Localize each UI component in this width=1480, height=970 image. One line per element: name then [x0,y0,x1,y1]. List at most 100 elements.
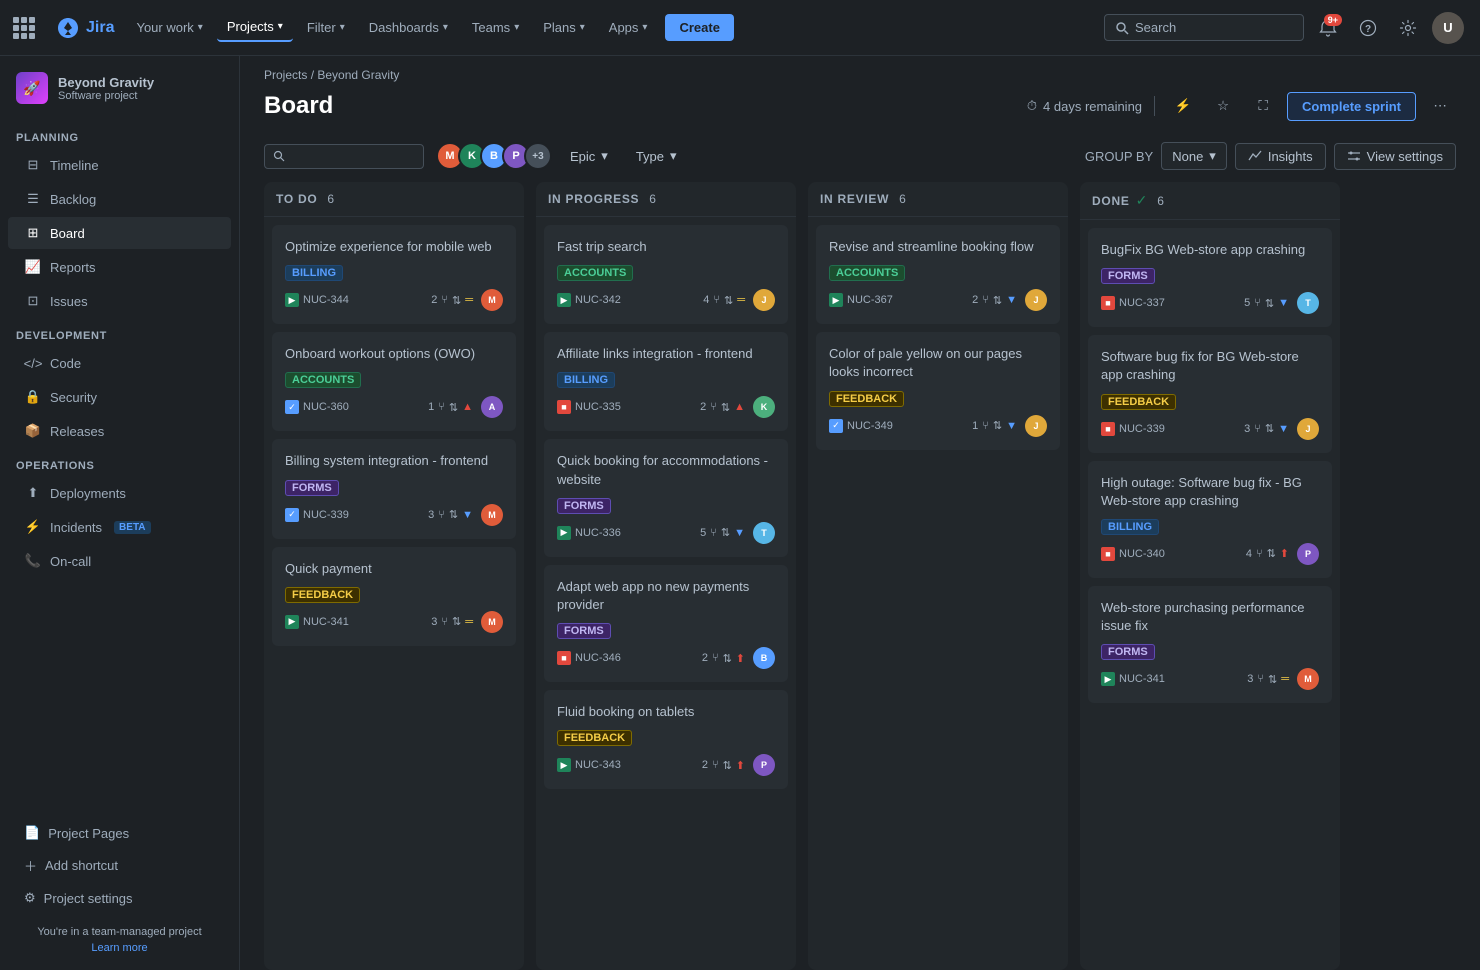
card-footer: ■ NUC-337 5 ⑂ ⇅ ▼ T [1101,292,1319,314]
card[interactable]: Color of pale yellow on our pages looks … [816,332,1060,449]
card[interactable]: Billing system integration - frontend FO… [272,439,516,538]
filter-input[interactable] [289,149,409,164]
sidebar-item-add-shortcut[interactable]: ＋ Add shortcut [8,849,231,882]
card-tag: BILLING [557,372,615,388]
chevron-down-icon: ▾ [340,22,345,33]
story-points: 3 [1247,673,1253,685]
search-box[interactable]: Search [1104,14,1304,41]
fullscreen-button[interactable]: ⛶ [1247,90,1279,122]
nav-apps[interactable]: Apps ▾ [599,14,658,41]
card-title: Fluid booking on tablets [557,703,775,721]
more-actions-button[interactable]: ⋯ [1424,90,1456,122]
card-meta: 2 ⑂ ⇅ ▲ [700,401,745,414]
subtask-icon: ⇅ [1265,422,1274,435]
sidebar-item-code[interactable]: </> Code [8,347,231,379]
nav-dashboards[interactable]: Dashboards ▾ [359,14,458,41]
card[interactable]: Optimize experience for mobile web BILLI… [272,225,516,324]
complete-sprint-button[interactable]: Complete sprint [1287,92,1416,121]
card-title: Web-store purchasing performance issue f… [1101,599,1319,635]
nav-your-work[interactable]: Your work ▾ [126,14,212,41]
card-meta: 2 ⑂ ⇅ ⬆ [702,652,745,665]
card[interactable]: Fluid booking on tablets FEEDBACK ▶ NUC-… [544,690,788,789]
card[interactable]: Quick payment FEEDBACK ▶ NUC-341 3 ⑂ ⇅ ═… [272,547,516,646]
sidebar-item-board[interactable]: ⊞ Board [8,217,231,249]
card-footer: ▶ NUC-336 5 ⑂ ⇅ ▼ T [557,522,775,544]
card-tag: FORMS [557,498,611,514]
star-button[interactable]: ☆ [1207,90,1239,122]
nav-teams[interactable]: Teams ▾ [462,14,529,41]
jira-logo[interactable]: Jira [48,16,122,40]
cards-done: BugFix BG Web-store app crashing FORMS ■… [1080,220,1340,970]
card-tag: FORMS [1101,644,1155,660]
sliders-icon [1347,149,1361,163]
priority-icon: ▼ [734,527,745,539]
branch-icon: ⑂ [1254,423,1261,435]
breadcrumb-projects[interactable]: Projects [264,68,307,82]
planning-label: PLANNING [0,120,239,148]
card-meta: 1 ⑂ ⇅ ▼ [972,419,1017,432]
column-title: IN REVIEW [820,192,889,206]
project-name: Beyond Gravity [58,75,154,90]
view-settings-button[interactable]: View settings [1334,143,1456,170]
column-header-inprogress: IN PROGRESS6 [536,182,796,217]
sidebar-item-oncall[interactable]: 📞 On-call [8,545,231,577]
sidebar-item-releases[interactable]: 📦 Releases [8,415,231,447]
subtask-icon: ⇅ [723,759,732,772]
card[interactable]: Fast trip search ACCOUNTS ▶ NUC-342 4 ⑂ … [544,225,788,324]
incidents-icon: ⚡ [24,518,42,536]
sidebar-item-project-pages[interactable]: 📄 Project Pages [8,818,231,848]
card[interactable]: Quick booking for accommodations - websi… [544,439,788,556]
sidebar-item-security[interactable]: 🔒 Security [8,381,231,413]
card[interactable]: Software bug fix for BG Web-store app cr… [1088,335,1332,452]
done-check-icon: ✓ [1136,192,1148,209]
grid-icon [13,17,35,39]
insights-button[interactable]: Insights [1235,143,1326,170]
subtask-icon: ⇅ [449,508,458,521]
priority-icon: ▼ [1006,420,1017,432]
card[interactable]: Affiliate links integration - frontend B… [544,332,788,431]
card[interactable]: Adapt web app no new payments provider F… [544,565,788,682]
branch-icon: ⑂ [710,401,717,413]
breadcrumb-project-name[interactable]: Beyond Gravity [317,68,399,82]
grid-menu-button[interactable] [16,14,44,42]
story-points: 4 [1246,548,1252,560]
user-avatar[interactable]: U [1432,12,1464,44]
chevron-down-icon: ▾ [514,22,519,33]
filter-search[interactable] [264,144,424,169]
priority-icon: ═ [465,294,473,306]
sidebar-item-backlog[interactable]: ☰ Backlog [8,183,231,215]
help-button[interactable]: ? [1352,12,1384,44]
notifications-button[interactable]: 9+ [1312,12,1344,44]
sidebar-item-project-settings[interactable]: ⚙ Project settings [8,883,231,913]
avatar-more[interactable]: +3 [524,142,552,170]
card-meta: 3 ⑂ ⇅ ▼ [1244,422,1289,435]
sidebar-item-issues[interactable]: ⊡ Issues [8,285,231,317]
assignee-avatar: M [481,504,503,526]
priority-icon: ═ [1281,673,1289,685]
sprint-days: 4 days remaining [1043,99,1142,114]
card[interactable]: Web-store purchasing performance issue f… [1088,586,1332,703]
sidebar-item-timeline[interactable]: ⊟ Timeline [8,149,231,181]
card[interactable]: Revise and streamline booking flow ACCOU… [816,225,1060,324]
create-button[interactable]: Create [665,14,733,41]
nav-filter[interactable]: Filter ▾ [297,14,355,41]
column-title: TO DO [276,192,317,206]
nav-projects[interactable]: Projects ▾ [217,13,293,42]
card[interactable]: BugFix BG Web-store app crashing FORMS ■… [1088,228,1332,327]
sidebar-item-deployments[interactable]: ⬆ Deployments [8,477,231,509]
card[interactable]: Onboard workout options (OWO) ACCOUNTS ✓… [272,332,516,431]
settings-button[interactable] [1392,12,1424,44]
type-dropdown[interactable]: Type ▾ [626,143,687,169]
assignee-avatar: J [1025,415,1047,437]
sidebar-item-incidents[interactable]: ⚡ Incidents BETA [8,511,231,543]
epic-dropdown[interactable]: Epic ▾ [560,143,618,169]
group-by-select[interactable]: None ▾ [1161,142,1227,170]
card-footer: ■ NUC-346 2 ⑂ ⇅ ⬆ B [557,647,775,669]
column-header-inreview: IN REVIEW6 [808,182,1068,217]
learn-more-link[interactable]: Learn more [0,942,239,954]
card-meta: 5 ⑂ ⇅ ▼ [1244,297,1289,310]
card[interactable]: High outage: Software bug fix - BG Web-s… [1088,461,1332,578]
sidebar-item-reports[interactable]: 📈 Reports [8,251,231,283]
lightning-button[interactable]: ⚡ [1167,90,1199,122]
nav-plans[interactable]: Plans ▾ [533,14,595,41]
